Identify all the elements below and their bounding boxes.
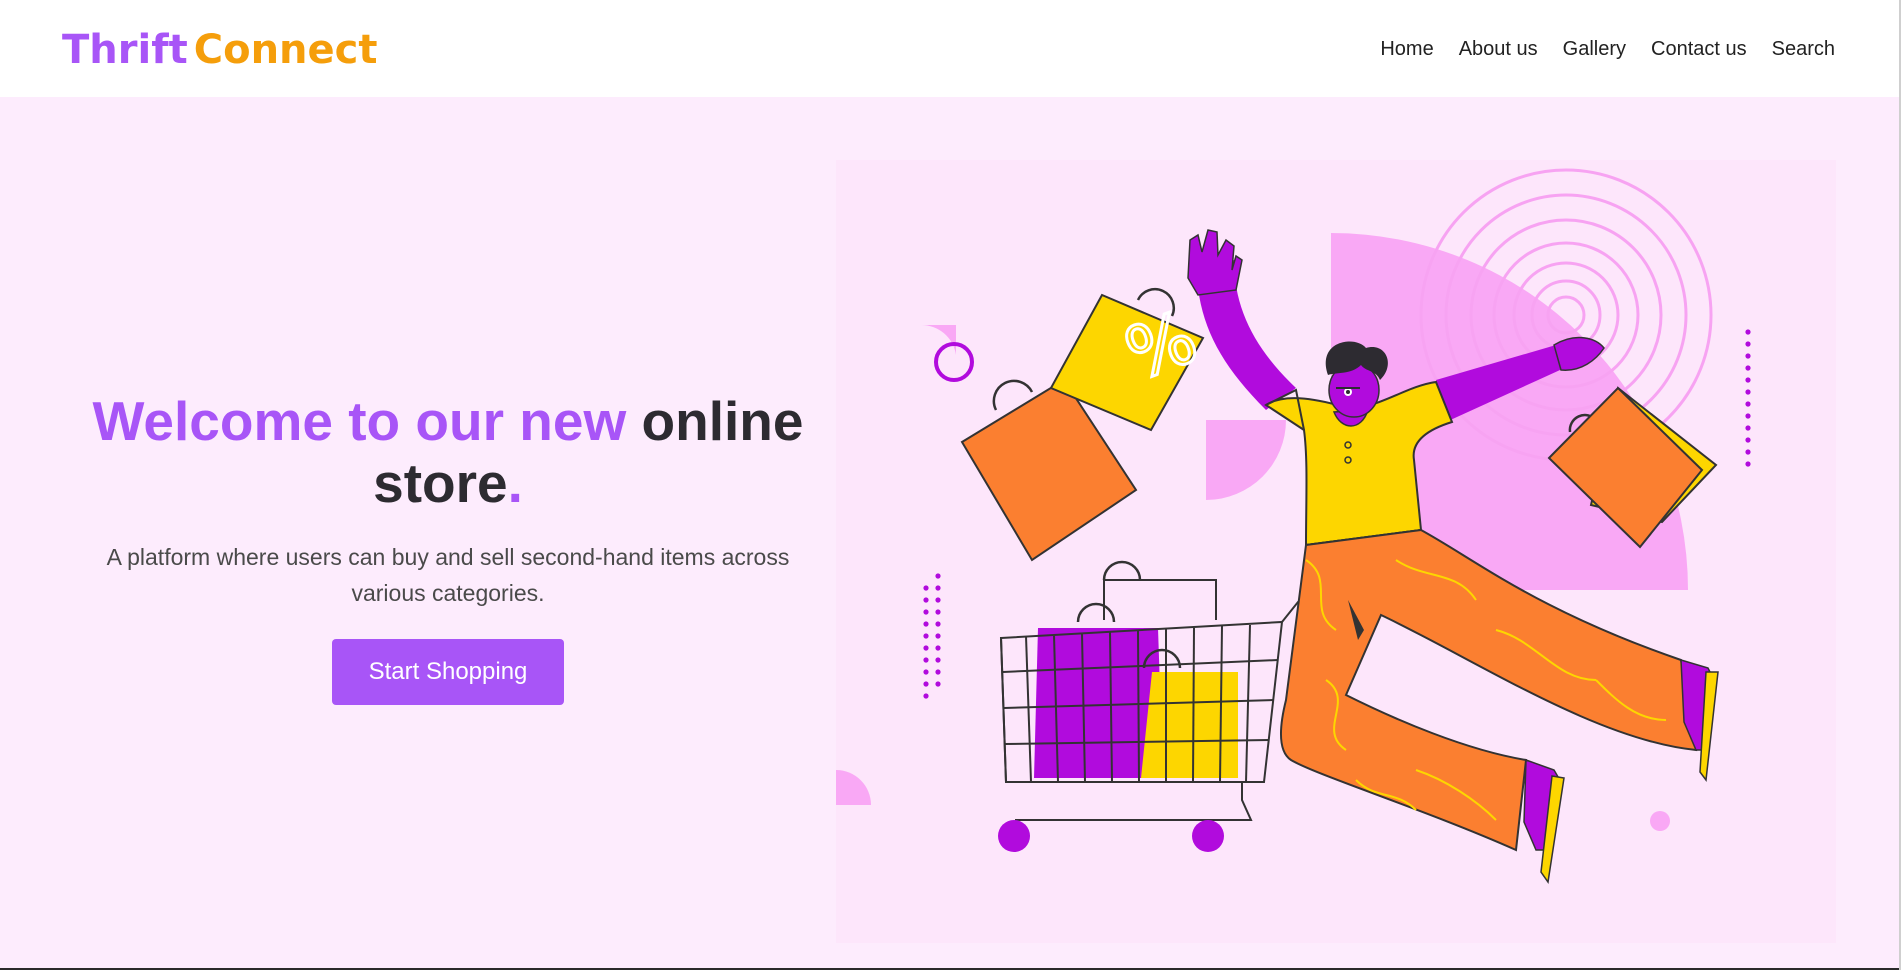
headline-accent-dot: . bbox=[507, 452, 523, 514]
nav-link-gallery[interactable]: Gallery bbox=[1563, 36, 1626, 62]
headline-purple-part: Welcome to our new bbox=[92, 390, 627, 452]
logo-text-thrift: Thrift bbox=[62, 27, 188, 73]
hero-text-block: Welcome to our new online store. A platf… bbox=[70, 390, 826, 705]
decor-dot bbox=[1650, 811, 1670, 831]
nav-link-home[interactable]: Home bbox=[1380, 36, 1433, 62]
nav-link-about-us[interactable]: About us bbox=[1459, 36, 1538, 62]
header: Thrift Connect Home About us Gallery Cont… bbox=[0, 0, 1901, 97]
headline-dark-part-2: store bbox=[373, 452, 508, 514]
nav-link-contact-us[interactable]: Contact us bbox=[1651, 36, 1747, 62]
main-nav: Home About us Gallery Contact us Search bbox=[1380, 36, 1835, 62]
logo-text-connect: Connect bbox=[193, 27, 378, 73]
hero-headline: Welcome to our new online store. bbox=[70, 390, 826, 514]
shopping-illustration-image: % bbox=[836, 160, 1836, 943]
nav-link-search[interactable]: Search bbox=[1772, 36, 1835, 62]
site-logo[interactable]: Thrift Connect bbox=[62, 24, 377, 76]
hero-illustration: % bbox=[836, 160, 1836, 943]
headline-dark-part-1: online bbox=[641, 390, 804, 452]
hero-tagline: A platform where users can buy and sell … bbox=[106, 544, 790, 606]
page: Thrift Connect Home About us Gallery Cont… bbox=[0, 0, 1901, 970]
start-shopping-button[interactable]: Start Shopping bbox=[332, 639, 564, 705]
